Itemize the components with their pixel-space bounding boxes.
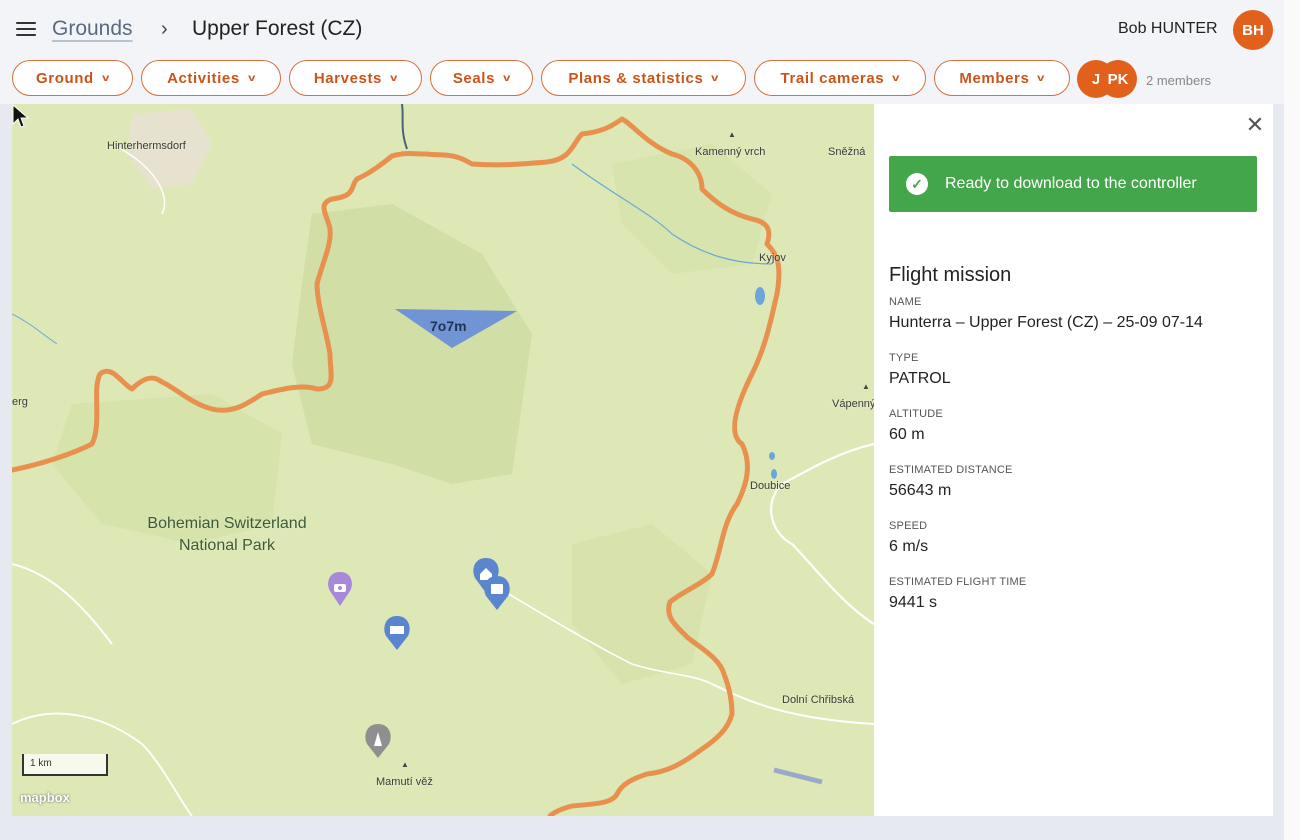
menu-activities-button[interactable]: Activities v (141, 60, 281, 96)
place-label: Kyjov (759, 252, 786, 264)
status-banner: ✓ Ready to download to the controller (889, 156, 1257, 212)
menu-harvests-label: Harvests (313, 69, 382, 87)
menu-ground-label: Ground (36, 69, 94, 87)
user-avatar[interactable]: BH (1233, 10, 1273, 50)
menu-members-label: Members (959, 69, 1030, 87)
user-name[interactable]: Bob HUNTER (1118, 20, 1218, 38)
national-park-label: Bohemian Switzerland National Park (130, 513, 324, 557)
park-label-line1: Bohemian Switzerland (147, 515, 307, 532)
top-header: Grounds › Upper Forest (CZ) Bob HUNTER B… (0, 0, 1284, 58)
field-value-type: PATROL (889, 370, 951, 387)
place-label: Sněžná (828, 146, 866, 158)
map-background (12, 104, 874, 816)
chevron-down-icon: v (247, 72, 256, 84)
field-value-name: Hunterra – Upper Forest (CZ) – 25-09 07-… (889, 314, 1203, 331)
peak-icon: ▲ (728, 130, 736, 139)
field-label-speed: SPEED (889, 520, 928, 532)
place-label: Vápenný (832, 398, 874, 410)
menu-seals-button[interactable]: Seals v (430, 60, 533, 96)
chevron-down-icon: v (390, 72, 399, 84)
camera-pin-icon[interactable] (328, 572, 352, 606)
menu-harvests-button[interactable]: Harvests v (289, 60, 422, 96)
place-label: Mamutí věž (376, 776, 433, 788)
field-value-distance: 56643 m (889, 482, 952, 499)
scale-label: 1 km (30, 758, 52, 769)
breadcrumb-chevron-icon: › (161, 18, 168, 40)
field-label-name: NAME (889, 296, 922, 308)
peak-icon: ▲ (862, 382, 870, 391)
chevron-down-icon: v (892, 72, 901, 84)
field-label-distance: ESTIMATED DISTANCE (889, 464, 1013, 476)
field-value-altitude: 60 m (889, 426, 925, 443)
chevron-down-icon: v (101, 72, 110, 84)
map-canvas[interactable]: Hinterhermsdorf ▲ Kamenný vrch Sněžná Ky… (12, 104, 874, 816)
status-text: Ready to download to the controller (945, 175, 1197, 192)
panel-title: Flight mission (889, 264, 1012, 286)
chevron-down-icon: v (1037, 72, 1046, 84)
field-label-altitude: ALTITUDE (889, 408, 943, 420)
field-value-flight-time: 9441 s (889, 594, 938, 611)
tower-pin-icon[interactable] (365, 724, 391, 758)
mouse-cursor-icon (12, 104, 30, 128)
page-title: Upper Forest (CZ) (192, 17, 363, 40)
peak-icon: ▲ (401, 760, 409, 769)
breadcrumb-grounds-link[interactable]: Grounds (52, 17, 133, 41)
page-scrollbar[interactable] (1284, 0, 1300, 840)
members-count[interactable]: 2 members (1146, 73, 1211, 88)
ground-menu-bar: Ground v Activities v Harvests v Seals v Pla… (0, 58, 1284, 104)
field-label-type: TYPE (889, 352, 919, 364)
menu-trail-cameras-label: Trail cameras (780, 69, 885, 87)
field-value-speed: 6 m/s (889, 538, 929, 555)
flight-mission-panel: ✕ ✓ Ready to download to the controller … (874, 104, 1273, 816)
place-label: erg (12, 396, 28, 408)
calendar-pin-icon[interactable] (484, 576, 510, 610)
member-avatar-pk[interactable]: PK (1099, 60, 1137, 98)
menu-ground-button[interactable]: Ground v (12, 60, 133, 96)
menu-trail-cameras-button[interactable]: Trail cameras v (754, 60, 926, 96)
park-label-line2: National Park (178, 537, 276, 554)
hamburger-menu-icon[interactable] (16, 22, 36, 38)
check-circle-icon: ✓ (906, 173, 928, 195)
map-scale-bar: 1 km (22, 754, 108, 776)
close-icon[interactable]: ✕ (1244, 112, 1266, 138)
hide-stand-pin-icon[interactable] (384, 616, 410, 650)
flight-zone-label: 7o7m (430, 318, 467, 334)
mapbox-logo[interactable]: mapbox (20, 790, 70, 805)
menu-plans-label: Plans & statistics (568, 69, 704, 87)
place-label: Doubice (750, 480, 791, 492)
menu-activities-label: Activities (167, 69, 240, 87)
menu-seals-label: Seals (452, 69, 496, 87)
place-label: Dolní Chřibská (782, 694, 855, 706)
menu-plans-statistics-button[interactable]: Plans & statistics v (541, 60, 746, 96)
place-label: Hinterhermsdorf (107, 140, 186, 152)
place-label: Kamenný vrch (695, 146, 766, 158)
chevron-down-icon: v (711, 72, 720, 84)
field-label-flight-time: ESTIMATED FLIGHT TIME (889, 576, 1027, 588)
menu-members-button[interactable]: Members v (934, 60, 1070, 96)
chevron-down-icon: v (503, 72, 512, 84)
